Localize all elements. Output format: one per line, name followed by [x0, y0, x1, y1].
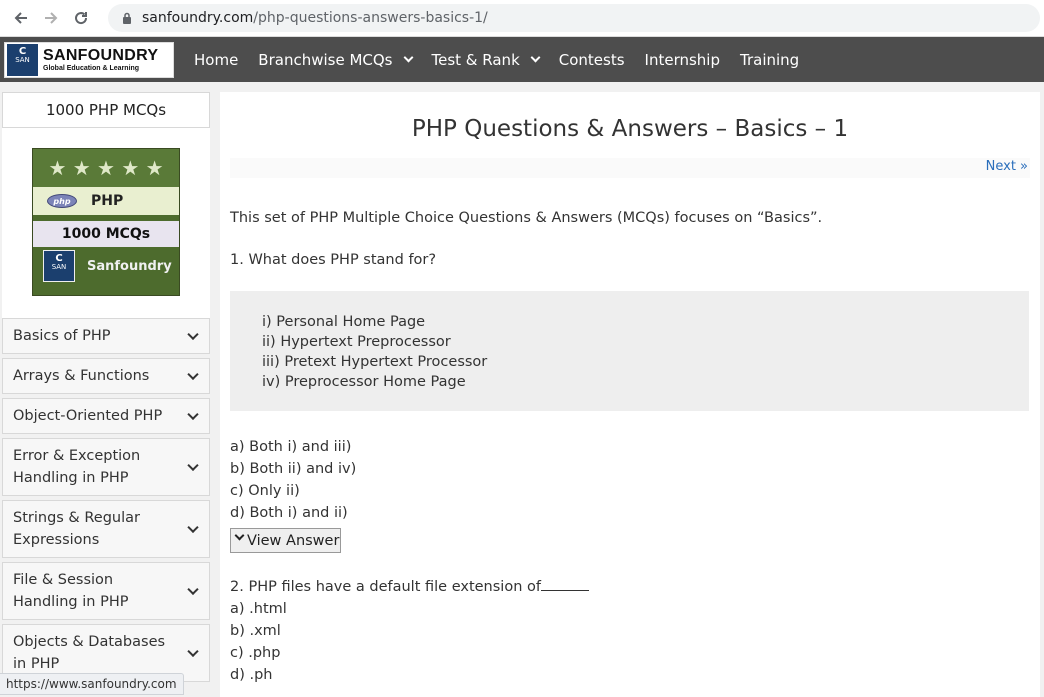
chevron-down-icon	[187, 368, 199, 381]
choice-item: ii) Hypertext Preprocessor	[262, 334, 451, 350]
choice-item: i) Personal Home Page	[262, 314, 426, 330]
chevron-down-icon	[187, 645, 199, 658]
choice-item: iv) Preprocessor Home Page	[262, 374, 466, 390]
php-logo-icon: php	[47, 194, 77, 208]
sidebar-item-arrays-functions[interactable]: Arrays & Functions	[2, 358, 210, 394]
cover-mcq-label: 1000 MCQs	[33, 221, 179, 247]
book-cover-container: ★ ★ ★ ★ ★ php PHP 1000 MCQs C SAN Sanfou…	[2, 128, 210, 318]
intro-text: This set of PHP Multiple Choice Question…	[230, 210, 823, 226]
menu-item-training[interactable]: Training	[740, 51, 799, 69]
chevron-down-icon	[403, 52, 413, 63]
menu-item-home[interactable]: Home	[194, 51, 238, 69]
question-1-options: a) Both i) and iii) b) Both ii) and iv) …	[230, 436, 1030, 524]
chevron-down-icon	[187, 583, 199, 596]
main-content: PHP Questions & Answers – Basics – 1 Nex…	[220, 92, 1040, 697]
menu-item-branchwise-mcqs[interactable]: Branchwise MCQs	[258, 51, 413, 69]
chevron-down-icon	[187, 459, 199, 472]
question-1-choices-box: i) Personal Home Page ii) Hypertext Prep…	[230, 291, 1029, 411]
menu-item-contests[interactable]: Contests	[559, 51, 625, 69]
lock-icon	[122, 12, 132, 24]
logo-badge: C SAN	[7, 43, 38, 76]
question-2-text: 2. PHP files have a default file extensi…	[230, 579, 541, 595]
reload-icon[interactable]	[66, 3, 96, 33]
chevron-down-icon	[187, 521, 199, 534]
chevron-down-icon	[530, 52, 541, 63]
option-item: d) Both i) and ii)	[230, 505, 348, 521]
sanfoundry-logo-icon: C SAN	[43, 250, 75, 282]
address-bar[interactable]: sanfoundry.com/php-questions-answers-bas…	[108, 4, 1040, 32]
url-path: /php-questions-answers-basics-1/	[253, 10, 488, 26]
back-arrow-icon[interactable]	[6, 3, 36, 33]
chevron-down-icon	[187, 408, 199, 421]
option-item: c) .php	[230, 645, 281, 661]
chevron-down-icon	[234, 530, 245, 541]
page-title: PHP Questions & Answers – Basics – 1	[411, 116, 849, 142]
option-item: a) .html	[230, 601, 287, 617]
option-item: a) Both i) and iii)	[230, 439, 352, 455]
sidebar-item-strings-regex[interactable]: Strings & Regular Expressions	[2, 500, 210, 558]
sidebar-item-basics-of-php[interactable]: Basics of PHP	[2, 318, 210, 354]
sidebar-item-object-oriented-php[interactable]: Object-Oriented PHP	[2, 398, 210, 434]
option-item: c) Only ii)	[230, 483, 300, 499]
question-1: 1. What does PHP stand for?	[230, 252, 437, 268]
sidebar-title: 1000 PHP MCQs	[2, 92, 210, 128]
question-2: 2. PHP files have a default file extensi…	[230, 576, 1030, 686]
cover-php-row: php PHP	[33, 187, 179, 215]
browser-toolbar: sanfoundry.com/php-questions-answers-bas…	[0, 0, 1044, 37]
logo-title: SANFOUNDRY	[43, 46, 159, 64]
post-navigation: Next »	[230, 158, 1030, 178]
book-cover[interactable]: ★ ★ ★ ★ ★ php PHP 1000 MCQs C SAN Sanfou…	[32, 148, 180, 296]
main-menu: Home Branchwise MCQs Test & Rank Contest…	[194, 51, 819, 69]
choice-item: iii) Pretext Hypertext Processor	[262, 354, 488, 370]
stars-icon: ★ ★ ★ ★ ★	[33, 149, 179, 187]
chevron-down-icon	[187, 328, 199, 341]
option-item: b) Both ii) and iv)	[230, 461, 357, 477]
fill-blank	[540, 577, 589, 591]
url-host: sanfoundry.com	[142, 10, 254, 26]
option-item: d) .ph	[230, 667, 273, 683]
sidebar-item-file-session[interactable]: File & Session Handling in PHP	[2, 562, 210, 620]
forward-arrow-icon[interactable]	[36, 3, 66, 33]
site-header: C SAN SANFOUNDRY Global Education & Lear…	[0, 37, 1044, 82]
sidebar-item-error-exception[interactable]: Error & Exception Handling in PHP	[2, 438, 210, 496]
next-link[interactable]: Next »	[986, 159, 1028, 174]
menu-item-test-rank[interactable]: Test & Rank	[432, 51, 541, 69]
view-answer-button[interactable]: View Answer	[230, 528, 341, 553]
site-logo[interactable]: C SAN SANFOUNDRY Global Education & Lear…	[4, 41, 174, 78]
logo-subtitle: Global Education & Learning	[43, 64, 140, 72]
menu-item-internship[interactable]: Internship	[645, 51, 720, 69]
cover-brand-row: C SAN Sanfoundry	[33, 247, 179, 285]
sidebar: 1000 PHP MCQs ★ ★ ★ ★ ★ php PHP 1000 MCQ…	[2, 92, 210, 682]
status-bar-url: https://www.sanfoundry.com	[0, 673, 184, 695]
option-item: b) .xml	[230, 623, 281, 639]
